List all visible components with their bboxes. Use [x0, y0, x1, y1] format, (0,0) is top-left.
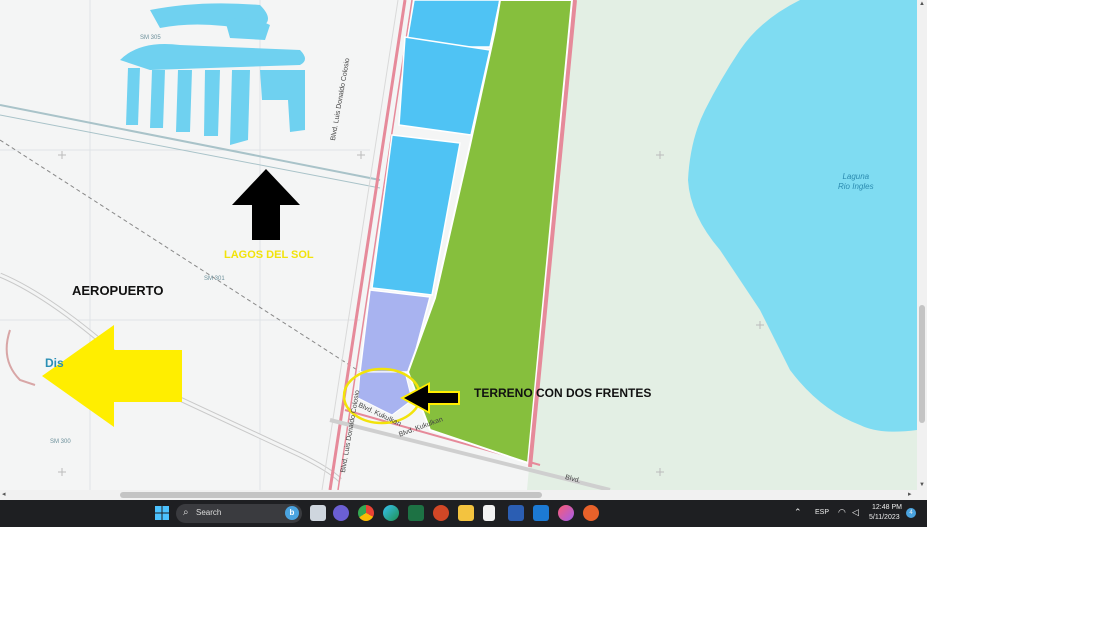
label-laguna-line2: Rio Ingles [838, 182, 874, 191]
label-aeropuerto: AEROPUERTO [72, 283, 164, 298]
map-graphics [0, 0, 917, 490]
task-view-icon[interactable] [310, 505, 326, 521]
volume-icon[interactable]: ◁ [852, 507, 859, 518]
horizontal-scroll-thumb[interactable] [120, 492, 542, 498]
scroll-down-icon[interactable]: ▼ [919, 482, 925, 488]
excel-icon[interactable] [408, 505, 424, 521]
acrobat-icon[interactable] [583, 505, 599, 521]
search-icon: ⌕ [183, 507, 189, 518]
screenshot: AEROPUERTO LAGOS DEL SOL TERRENO CON DOS… [0, 0, 927, 527]
scroll-up-icon[interactable]: ▲ [919, 1, 925, 7]
notepad-icon[interactable] [483, 505, 495, 521]
clock-date[interactable]: 5/11/2023 [869, 514, 900, 521]
clock-time[interactable]: 12:48 PM [872, 504, 902, 511]
search-placeholder: Search [196, 508, 222, 517]
scroll-left-icon[interactable]: ◂ [2, 490, 6, 500]
language-indicator[interactable]: ESP [815, 509, 829, 516]
label-laguna: Laguna Rio Ingles [838, 172, 874, 192]
label-terreno: TERRENO CON DOS FRENTES [474, 386, 652, 400]
wifi-icon[interactable]: ◠ [838, 507, 846, 518]
taskbar: ⌕ Search b ⌃ ESP ◠ ◁ 12:48 PM 5/11/2023 … [0, 500, 927, 527]
scroll-right-icon[interactable]: ▸ [908, 490, 912, 500]
scrollbar-corner [917, 490, 927, 500]
notification-badge[interactable]: 4 [906, 508, 916, 518]
yellow-arrow-left [42, 325, 182, 427]
tray-chevron-icon[interactable]: ⌃ [794, 507, 802, 518]
start-icon[interactable] [154, 505, 170, 521]
label-dis: Dis [45, 356, 64, 370]
mail-icon[interactable] [533, 505, 549, 521]
itunes-icon[interactable] [558, 505, 574, 521]
map-canvas[interactable]: AEROPUERTO LAGOS DEL SOL TERRENO CON DOS… [0, 0, 917, 490]
black-arrow-up [232, 169, 300, 240]
airport-taxiway [5, 329, 36, 386]
powerpoint-icon[interactable] [433, 505, 449, 521]
label-sm300: SM 300 [50, 439, 71, 445]
horizontal-scrollbar[interactable]: ◂ ▸ [0, 490, 917, 500]
lagos-del-sol-canals [120, 3, 305, 145]
chat-icon[interactable] [333, 505, 349, 521]
chrome-icon[interactable] [358, 505, 374, 521]
vertical-scrollbar[interactable]: ▲ ▼ [917, 0, 927, 490]
label-laguna-line1: Laguna [842, 172, 870, 181]
taskbar-search[interactable]: ⌕ Search b [176, 504, 302, 523]
word-icon[interactable] [508, 505, 524, 521]
vertical-scroll-thumb[interactable] [919, 305, 925, 423]
label-sm305: SM 305 [140, 35, 161, 41]
label-lagos-del-sol: LAGOS DEL SOL [224, 249, 314, 261]
label-sm301: SM 301 [204, 276, 225, 282]
edge-icon[interactable] [383, 505, 399, 521]
file-explorer-icon[interactable] [458, 505, 474, 521]
bing-icon[interactable]: b [285, 506, 299, 520]
